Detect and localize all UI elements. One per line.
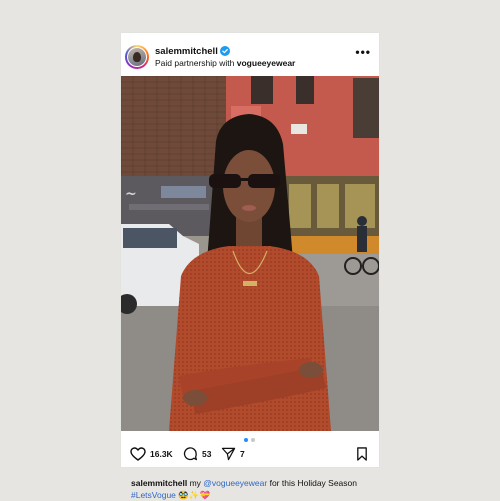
instagram-post-card: salemmitchell Paid partnership with vogu… bbox=[121, 33, 379, 500]
post-caption: salemmitchell my @vogueeyewear for this … bbox=[131, 477, 371, 501]
post-actions-bar: 16.3K 53 7 bbox=[121, 443, 379, 465]
post-image[interactable]: ~ bbox=[121, 76, 379, 431]
caption-text-2: for this Holiday Season bbox=[267, 478, 357, 488]
caption-mention-link[interactable]: @vogueeyewear bbox=[203, 478, 267, 488]
avatar[interactable] bbox=[125, 45, 149, 69]
post-header: salemmitchell Paid partnership with vogu… bbox=[121, 33, 379, 75]
graffiti-text: ~ bbox=[125, 186, 137, 202]
heart-icon[interactable] bbox=[130, 447, 146, 461]
verified-badge-icon bbox=[220, 46, 230, 56]
partner-link[interactable]: vogueeyewear bbox=[237, 58, 296, 68]
avatar-image bbox=[128, 48, 146, 66]
carousel-dot-active bbox=[244, 438, 248, 442]
comments-count[interactable]: 53 bbox=[202, 449, 211, 459]
paid-partnership-label: Paid partnership with vogueeyewear bbox=[155, 58, 296, 68]
likes-count[interactable]: 16.3K bbox=[150, 449, 173, 459]
username-link[interactable]: salemmitchell bbox=[155, 46, 218, 57]
caption-text-1: my bbox=[187, 478, 204, 488]
shares-count[interactable]: 7 bbox=[240, 449, 245, 459]
carousel-dot bbox=[251, 438, 255, 442]
caption-hashtag-link[interactable]: #LetsVogue bbox=[131, 490, 176, 500]
post-photo-illustration: ~ bbox=[121, 76, 379, 431]
bookmark-icon[interactable] bbox=[356, 447, 368, 461]
caption-username[interactable]: salemmitchell bbox=[131, 478, 187, 488]
carousel-indicator bbox=[121, 436, 379, 442]
more-options-button[interactable]: ••• bbox=[355, 45, 371, 59]
comment-bubble-icon[interactable] bbox=[183, 447, 198, 461]
caption-emojis: 🥸✨💝 bbox=[178, 490, 211, 500]
paper-plane-icon[interactable] bbox=[221, 447, 236, 461]
